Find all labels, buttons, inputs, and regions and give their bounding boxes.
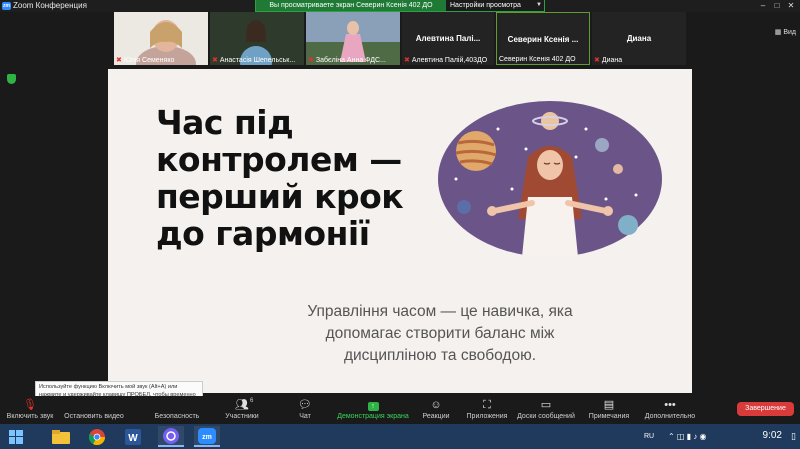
muted-mic-icon: ✖ — [404, 57, 410, 64]
tray-icons[interactable]: ⌃ ◫ ▮ ♪ ◉ — [668, 432, 707, 441]
system-clock[interactable]: 9:02 — [763, 430, 782, 441]
share-status-text: Вы просматриваете экран Северин Ксенія 4… — [256, 0, 446, 11]
people-icon: 👥︎ — [235, 399, 249, 411]
participant-tile[interactable]: Алевтина Палі... ✖ Алевтина Палій,403ДО — [402, 12, 494, 65]
chat-button[interactable]: 💬︎ Чат — [290, 396, 320, 424]
word-icon: W — [125, 428, 141, 445]
start-button[interactable] — [3, 426, 29, 447]
participant-tile[interactable]: ✖ Анастасія Шепельськ... — [210, 12, 304, 65]
taskbar-word[interactable]: W — [120, 426, 146, 447]
participant-name: ✖ Юлія Семеняко — [116, 57, 175, 64]
participant-display-name: Алевтина Палі... — [415, 34, 481, 43]
chat-bubble-icon: 💬︎ — [298, 399, 312, 411]
window-title: Zoom Конференция — [13, 1, 87, 10]
participant-tile[interactable]: ✖ Юлія Семеняко — [114, 12, 208, 65]
meeting-toolbar: 🎙︎ Включить звук Остановить видео Безопа… — [0, 396, 800, 424]
participant-display-name: Северин Ксенія ... — [507, 35, 579, 44]
ellipsis-icon: ••• — [664, 399, 676, 411]
participant-tile[interactable]: Диана ✖ Диана — [592, 12, 686, 65]
maximize-icon[interactable]: □ — [770, 0, 784, 12]
participant-name: ✖ Анастасія Шепельськ... — [212, 57, 296, 64]
meditation-illustration — [438, 101, 662, 257]
windows-logo-icon — [9, 429, 23, 444]
chevron-down-icon[interactable]: ▼ — [536, 0, 542, 11]
apps-button[interactable]: ⛶ Приложения — [464, 396, 510, 424]
windows-taskbar: W zm RU ⌃ ◫ ▮ ♪ ◉ 9:02 ▯ — [0, 424, 800, 449]
shield-icon — [150, 398, 204, 412]
security-button[interactable]: Безопасность — [150, 396, 204, 424]
svg-text:W: W — [128, 433, 138, 444]
input-language[interactable]: RU — [644, 433, 654, 440]
participant-name: ✖ Диана — [594, 57, 623, 64]
unmute-button[interactable]: 🎙︎ Включить звук — [2, 396, 58, 424]
muted-mic-icon: ✖ — [116, 57, 122, 64]
apps-icon: ⛶ — [483, 399, 491, 411]
taskbar-zoom[interactable]: zm — [194, 426, 220, 447]
participant-strip: ✖ Юлія Семеняко ✖ Анастасія Шепельськ... ✖… — [0, 12, 800, 66]
slide-title: Час під контролем — перший крок до гармо… — [156, 103, 404, 253]
taskbar-explorer[interactable] — [48, 426, 74, 447]
encryption-shield-icon[interactable] — [7, 74, 16, 84]
chrome-icon — [89, 428, 105, 445]
viber-icon — [163, 427, 179, 444]
whiteboards-button[interactable]: ▭ Доски сообщений — [514, 396, 578, 424]
minimize-icon[interactable]: – — [756, 0, 770, 12]
taskbar-chrome[interactable] — [84, 426, 110, 447]
zoom-window: zm Zoom Конференция – □ ✕ Вы просматрива… — [0, 0, 800, 449]
muted-mic-icon: ✖ — [212, 57, 218, 64]
presentation-slide: Час під контролем — перший крок до гармо… — [108, 69, 692, 393]
view-options-button[interactable]: Настройки просмотра — [450, 0, 521, 11]
more-button[interactable]: ••• Дополнительно — [640, 396, 700, 424]
participant-tile-active-speaker[interactable]: Северин Ксенія ... Северин Ксенія 402 ДО — [496, 12, 590, 65]
video-camera-icon — [60, 398, 128, 412]
end-meeting-button[interactable]: Завершение — [737, 402, 794, 416]
participants-count: 6 — [250, 398, 254, 404]
taskbar-viber[interactable] — [158, 426, 184, 447]
notifications-icon[interactable]: ▯ — [791, 431, 796, 442]
participant-name: Северин Ксенія 402 ДО — [499, 56, 576, 63]
folder-icon — [52, 429, 70, 444]
notes-button[interactable]: ▤ Примечания — [584, 396, 634, 424]
muted-mic-icon: ✖ — [308, 57, 314, 64]
share-screen-icon: ↑ — [334, 398, 412, 412]
screen-share-banner: Вы просматриваете экран Северин Ксенія 4… — [255, 0, 545, 12]
zoom-app-icon: zm — [2, 2, 11, 10]
participant-name: ✖ Алевтина Палій,403ДО — [404, 57, 488, 64]
participants-button[interactable]: 👥︎ Участники — [220, 396, 264, 424]
share-screen-button[interactable]: ↑ Демонстрация экрана — [334, 396, 412, 424]
smiley-icon: ☺ — [430, 399, 442, 411]
notes-icon: ▤ — [603, 399, 615, 411]
stop-video-button[interactable]: Остановить видео — [60, 396, 128, 424]
participant-name: ✖ Забєліна Анна ФДС... — [308, 57, 386, 64]
shared-screen: Час під контролем — перший крок до гармо… — [0, 66, 800, 396]
svg-text:zm: zm — [202, 434, 212, 441]
muted-mic-icon: 🎙︎ — [23, 399, 37, 411]
slide-subtitle: Управління часом — це навичка, яка допом… — [307, 303, 573, 364]
zoom-icon: zm — [198, 427, 216, 444]
participant-display-name: Диана — [626, 34, 652, 43]
view-button[interactable]: ▦ Вид — [775, 28, 796, 36]
muted-mic-icon: ✖ — [594, 57, 600, 64]
participant-tile[interactable]: ✖ Забєліна Анна ФДС... — [306, 12, 400, 65]
reactions-button[interactable]: ☺ Реакции — [420, 396, 452, 424]
whiteboard-icon: ▭ — [540, 399, 552, 411]
close-icon[interactable]: ✕ — [784, 0, 798, 12]
